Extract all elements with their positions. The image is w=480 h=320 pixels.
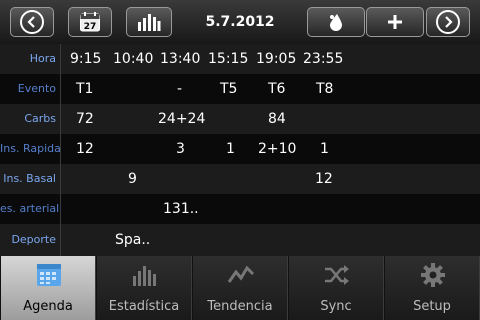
time-cell[interactable]: 9:15 (70, 44, 101, 74)
tab-sync[interactable]: Sync (288, 256, 384, 320)
tab-agenda[interactable]: Agenda (0, 256, 96, 320)
event-cell[interactable]: T5 (220, 74, 237, 104)
row-pres-arterial[interactable]: es. arterial 131.. (0, 194, 480, 224)
shuffle-icon (325, 265, 349, 285)
ins-basal-cell[interactable]: 9 (128, 164, 137, 194)
row-label-carbs: Carbs (24, 112, 56, 125)
row-label-hora: Hora (29, 52, 56, 65)
deporte-cell[interactable]: Spa.. (115, 224, 150, 256)
event-cell[interactable]: T6 (268, 74, 285, 104)
calendar-icon: 27 (80, 12, 100, 32)
next-day-button[interactable] (426, 7, 470, 37)
top-toolbar: 27 5.7.2012 (0, 0, 480, 45)
row-ins-basal[interactable]: Ins. Basal 9 12 (0, 164, 480, 194)
time-cell[interactable]: 15:15 (208, 44, 248, 74)
calendar-button[interactable]: 27 (68, 7, 112, 37)
agenda-table: Hora 9:15 10:40 13:40 15:15 19:05 23:55 … (0, 44, 480, 256)
calendar-icon (37, 264, 61, 286)
event-cell[interactable]: T8 (316, 74, 333, 104)
row-hora[interactable]: Hora 9:15 10:40 13:40 15:15 19:05 23:55 (0, 44, 480, 74)
tab-label-estadistica: Estadística (108, 299, 180, 314)
event-cell[interactable]: T1 (76, 74, 93, 104)
event-cell[interactable]: - (177, 74, 182, 104)
row-label-deporte: Deporte (11, 233, 56, 246)
time-cell[interactable]: 19:05 (256, 44, 296, 74)
ins-rapida-cell[interactable]: 2+10 (258, 134, 296, 164)
row-evento[interactable]: Evento T1 - T5 T6 T8 (0, 74, 480, 104)
carbs-cell[interactable]: 24+24 (158, 104, 205, 134)
tab-estadistica[interactable]: Estadística (96, 256, 192, 320)
row-deporte[interactable]: Deporte Spa.. (0, 224, 480, 256)
ins-basal-cell[interactable]: 12 (315, 164, 333, 194)
previous-day-button[interactable] (10, 7, 54, 37)
chevron-right-icon (436, 10, 460, 34)
row-label-ins-basal: Ins. Basal (3, 172, 56, 185)
label-column-divider (60, 44, 61, 256)
carbs-cell[interactable]: 72 (76, 104, 94, 134)
add-entry-button[interactable] (366, 7, 424, 37)
row-ins-rapida[interactable]: Ins. Rapida 12 3 1 2+10 1 (0, 134, 480, 164)
drop-icon (330, 14, 342, 31)
statistics-button[interactable] (126, 7, 172, 37)
current-date: 5.7.2012 (205, 14, 275, 30)
bar-chart-icon (138, 14, 161, 31)
bottom-tab-bar: Agenda Estadística Tendencia Sync Setup (0, 256, 480, 320)
tab-label-agenda: Agenda (23, 299, 73, 314)
ins-rapida-cell[interactable]: 3 (176, 134, 185, 164)
glucose-drop-button[interactable] (307, 7, 365, 37)
tab-tendencia[interactable]: Tendencia (192, 256, 288, 320)
plus-icon (388, 15, 402, 29)
carbs-cell[interactable]: 84 (268, 104, 286, 134)
ins-rapida-cell[interactable]: 1 (320, 134, 329, 164)
ins-rapida-cell[interactable]: 12 (76, 134, 94, 164)
time-cell[interactable]: 10:40 (113, 44, 153, 74)
tab-label-sync: Sync (320, 299, 352, 314)
pres-arterial-cell[interactable]: 131.. (163, 194, 199, 224)
tab-setup[interactable]: Setup (384, 256, 480, 320)
time-cell[interactable]: 13:40 (160, 44, 200, 74)
chevron-left-icon (20, 10, 44, 34)
trend-line-icon (227, 265, 255, 283)
tab-label-tendencia: Tendencia (207, 299, 273, 314)
row-label-pres-arterial: es. arterial (0, 202, 60, 215)
ins-rapida-cell[interactable]: 1 (226, 134, 235, 164)
bar-chart-icon (133, 266, 156, 286)
calendar-day-number: 27 (84, 22, 97, 32)
tab-label-setup: Setup (413, 299, 451, 314)
time-cell[interactable]: 23:55 (303, 44, 343, 74)
row-carbs[interactable]: Carbs 72 24+24 84 (0, 104, 480, 134)
row-label-evento: Evento (17, 82, 56, 95)
gear-icon (421, 263, 445, 287)
row-label-ins-rapida: Ins. Rapida (0, 142, 60, 155)
